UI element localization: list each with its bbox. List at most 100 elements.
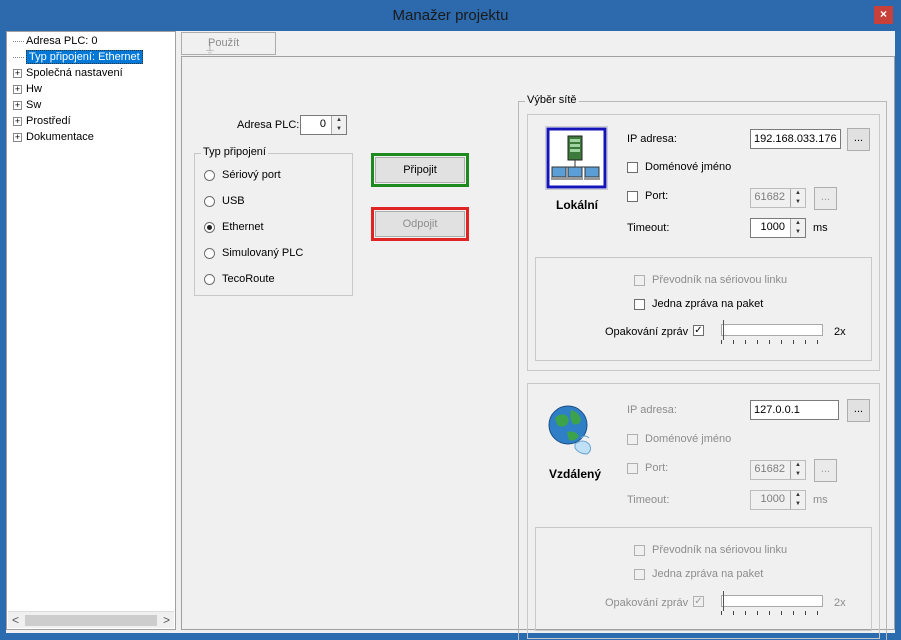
checkbox-box[interactable]: ✓ [693, 596, 704, 607]
disconnect-frame: Odpojit [371, 207, 469, 241]
spin-up-icon[interactable]: ▲ [791, 461, 805, 470]
spinner-buttons[interactable]: ▲ ▼ [790, 461, 805, 479]
remote-label: Vzdálený [549, 467, 602, 481]
scroll-left-icon[interactable]: < [12, 613, 19, 627]
checkbox-box[interactable] [627, 433, 638, 445]
remote-port-spinner[interactable]: 61682 ▲ ▼ [750, 460, 806, 480]
checkbox-box[interactable] [627, 462, 638, 474]
local-ip-browse-button[interactable]: ... [847, 128, 870, 151]
spin-down-icon[interactable]: ▼ [791, 198, 805, 207]
spin-up-icon[interactable]: ▲ [791, 491, 805, 500]
remote-timeout-spinner[interactable]: 1000 ▲ ▼ [750, 490, 806, 510]
spin-down-icon[interactable]: ▼ [791, 500, 805, 509]
local-ip-label: IP adresa: [627, 133, 677, 145]
radio-usb[interactable]: USB [204, 195, 245, 207]
local-port-spinner[interactable]: 61682 ▲ ▼ [750, 188, 806, 208]
radio-ethernet[interactable]: Ethernet [204, 221, 264, 233]
spin-up-icon[interactable]: ▲ [791, 189, 805, 198]
slider-thumb[interactable] [723, 320, 726, 340]
tree-item-documentation[interactable]: + Dokumentace [13, 130, 94, 145]
remote-ip-input[interactable]: 127.0.0.1 [750, 400, 839, 420]
radio-serial-port[interactable]: Sériový port [204, 169, 281, 181]
radio-circle[interactable] [204, 273, 215, 285]
disconnect-button[interactable]: Odpojit [375, 211, 465, 237]
checkbox-box[interactable] [634, 274, 645, 286]
local-timeout-spinner[interactable]: 1000 ▲ ▼ [750, 218, 806, 238]
remote-network-tile[interactable] [545, 400, 608, 464]
radio-label: Sériový port [222, 169, 281, 181]
spin-up-icon[interactable]: ▲ [791, 219, 805, 228]
radio-circle[interactable] [204, 247, 215, 259]
tree-item-plc-address[interactable]: Adresa PLC: 0 [13, 34, 98, 49]
radio-circle[interactable] [204, 195, 215, 207]
spin-down-icon[interactable]: ▼ [791, 228, 805, 237]
spinner-buttons[interactable]: ▲ ▼ [790, 219, 805, 237]
checkbox-box[interactable] [627, 161, 638, 173]
remote-network-box: Vzdálený IP adresa: 127.0.0.1 ... Doméno… [527, 383, 880, 639]
radio-circle[interactable] [204, 221, 215, 233]
apply-button[interactable]: ⍊ Použít [181, 32, 276, 55]
checkbox-box[interactable]: ✓ [693, 325, 704, 336]
checkbox-box[interactable] [634, 544, 645, 556]
slider-thumb[interactable] [723, 591, 726, 611]
network-selection-title: Výběr sítě [525, 94, 579, 106]
local-domain-checkbox[interactable]: Doménové jméno [627, 161, 731, 173]
local-repeat-slider[interactable] [721, 320, 823, 344]
local-one-message-checkbox[interactable]: Jedna zpráva na paket [634, 298, 763, 310]
remote-repeat-checkbox[interactable]: ✓ [693, 596, 711, 607]
spinner-buttons[interactable]: ▲ ▼ [790, 189, 805, 207]
spinner-buttons[interactable]: ▲ ▼ [331, 116, 346, 134]
spinner-buttons[interactable]: ▲ ▼ [790, 491, 805, 509]
spin-up-icon[interactable]: ▲ [332, 116, 346, 125]
expand-icon[interactable]: + [13, 68, 22, 78]
scroll-right-icon[interactable]: > [163, 613, 170, 627]
local-port-checkbox[interactable]: Port: [627, 190, 668, 202]
radio-label: Ethernet [222, 221, 264, 233]
slider-track[interactable] [721, 595, 823, 607]
local-repeat-checkbox[interactable]: ✓ [693, 325, 711, 336]
tree-item-common-settings[interactable]: + Společná nastavení [13, 66, 123, 81]
local-port-browse-button[interactable]: ... [814, 187, 837, 210]
scrollbar-thumb[interactable] [25, 615, 157, 626]
expand-icon[interactable]: + [13, 116, 22, 126]
remote-port-browse-button[interactable]: ... [814, 459, 837, 482]
spin-down-icon[interactable]: ▼ [791, 470, 805, 479]
title-bar[interactable]: Manažer projektu × [0, 0, 901, 31]
tree-item-connection-type[interactable]: Typ připojení: Ethernet [13, 50, 143, 65]
remote-repeat-label: Opakování zpráv [605, 597, 689, 609]
project-tree: Adresa PLC: 0 Typ připojení: Ethernet + S… [6, 31, 176, 630]
plc-address-label: Adresa PLC: [237, 119, 300, 131]
connect-button[interactable]: Připojit [375, 157, 465, 183]
tree-item-hw[interactable]: + Hw [13, 82, 42, 97]
remote-ip-browse-button[interactable]: ... [847, 399, 870, 422]
spin-down-icon[interactable]: ▼ [332, 125, 346, 134]
slider-track[interactable] [721, 324, 823, 336]
radio-tecoroute[interactable]: TecoRoute [204, 273, 275, 285]
remote-domain-checkbox[interactable]: Doménové jméno [627, 433, 731, 445]
local-network-tile[interactable] [545, 126, 608, 190]
local-ip-input[interactable]: 192.168.033.176 [750, 129, 841, 149]
window-title: Manažer projektu [392, 7, 509, 24]
checkbox-label: Jedna zpráva na paket [652, 568, 764, 580]
remote-one-message-checkbox[interactable]: Jedna zpráva na paket [634, 568, 763, 580]
local-timeout-value: 1000 [760, 221, 785, 233]
radio-label: TecoRoute [222, 273, 275, 285]
plc-address-spinner[interactable]: 0 ▲ ▼ [300, 115, 347, 135]
remote-port-checkbox[interactable]: Port: [627, 462, 668, 474]
remote-serial-converter-checkbox[interactable]: Převodník na sériovou linku [634, 544, 787, 556]
close-button[interactable]: × [874, 6, 893, 24]
horizontal-scrollbar[interactable]: < > [8, 611, 174, 628]
checkbox-box[interactable] [634, 568, 645, 580]
checkbox-box[interactable] [627, 190, 638, 202]
tree-item-environment[interactable]: + Prostředí [13, 114, 71, 129]
apply-icon: ⍊ [206, 39, 214, 54]
local-serial-converter-checkbox[interactable]: Převodník na sériovou linku [634, 274, 787, 286]
checkbox-box[interactable] [634, 298, 645, 310]
radio-circle[interactable] [204, 169, 215, 181]
expand-icon[interactable]: + [13, 84, 22, 94]
expand-icon[interactable]: + [13, 100, 22, 110]
tree-item-sw[interactable]: + Sw [13, 98, 41, 113]
radio-simulated-plc[interactable]: Simulovaný PLC [204, 247, 303, 259]
remote-repeat-slider[interactable] [721, 591, 823, 615]
expand-icon[interactable]: + [13, 132, 22, 142]
